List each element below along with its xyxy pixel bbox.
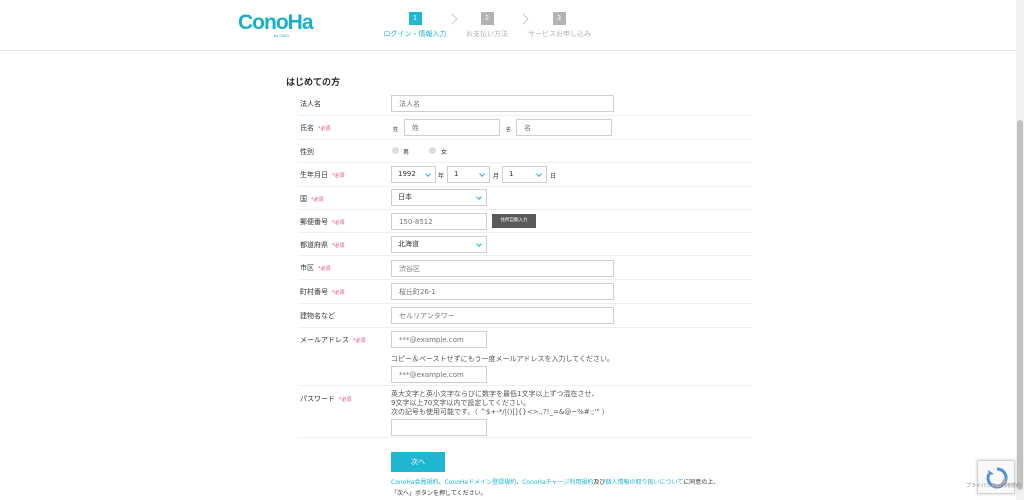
link-member-terms[interactable]: ConoHa会員規約 bbox=[391, 479, 439, 486]
last-name-prefix: 姓 bbox=[393, 127, 399, 133]
first-name-prefix: 名 bbox=[506, 127, 512, 133]
selected-country: 日本 bbox=[398, 193, 412, 201]
gender-female-label: 女 bbox=[441, 149, 448, 156]
prefecture-label: 都道府県 *必須 bbox=[300, 241, 345, 249]
chevron-down-icon bbox=[476, 241, 482, 247]
link-charge-terms[interactable]: ConoHaチャージ利用規約 bbox=[522, 479, 593, 486]
town-input[interactable] bbox=[391, 283, 614, 300]
step-number: 3 bbox=[552, 12, 566, 25]
header: ConoHa by GMO 1 ログイン・情報入力 2 お支払い方法 3 サービ… bbox=[0, 0, 1016, 51]
chevron-down-icon bbox=[476, 194, 482, 200]
required-mark: *必須 bbox=[332, 173, 345, 179]
birth-year-select[interactable]: 1992 bbox=[391, 166, 436, 183]
email-label: メールアドレス *必須 bbox=[300, 336, 366, 344]
chevron-down-icon bbox=[425, 171, 431, 177]
building-label: 建物名など bbox=[300, 312, 335, 320]
email-confirm-hint: コピー＆ペーストせずにもう一度メールアドレスを入力してください。 bbox=[391, 355, 615, 363]
selected-year: 1992 bbox=[398, 170, 416, 178]
building-input[interactable] bbox=[391, 307, 614, 324]
town-label: 町村番号 *必須 bbox=[300, 288, 345, 296]
recaptcha-privacy-terms[interactable]: プライバシー - 利用規約 bbox=[966, 482, 1021, 489]
logo-sub: by GMO bbox=[274, 33, 289, 38]
terms-agreement: ConoHa会員規約、ConoHaドメイン登録規約、ConoHaチャージ利用規約… bbox=[391, 479, 720, 497]
required-mark: *必須 bbox=[339, 397, 352, 403]
logo-text: ConoHa bbox=[238, 11, 314, 34]
step-label: サービスお申し込み bbox=[528, 30, 591, 38]
required-mark: *必須 bbox=[332, 290, 345, 296]
required-mark: *必須 bbox=[353, 338, 366, 344]
corp-name-label: 法人名 bbox=[300, 100, 321, 108]
birth-month-select[interactable]: 1 bbox=[447, 166, 490, 183]
step-1: 1 ログイン・情報入力 bbox=[380, 12, 450, 39]
step-3: 3 サービスお申し込み bbox=[528, 12, 591, 39]
name-label: 氏名 *必須 bbox=[300, 124, 331, 132]
email-input[interactable] bbox=[391, 331, 487, 348]
birth-day-select[interactable]: 1 bbox=[502, 166, 547, 183]
step-label: お支払い方法 bbox=[466, 30, 508, 38]
row-prefecture: 都道府県 *必須 bbox=[298, 233, 752, 256]
gender-female-radio[interactable] bbox=[429, 147, 436, 154]
section-title: はじめての方 bbox=[286, 78, 341, 88]
gender-male-radio[interactable] bbox=[392, 147, 399, 154]
required-mark: *必須 bbox=[311, 197, 324, 203]
last-name-input[interactable] bbox=[404, 119, 500, 136]
chevron-down-icon bbox=[479, 171, 485, 177]
postal-code-label: 郵便番号 *必須 bbox=[300, 218, 345, 226]
chevron-right-icon bbox=[517, 13, 529, 25]
row-gender: 性別 bbox=[298, 140, 752, 163]
step-label: ログイン・情報入力 bbox=[383, 30, 447, 38]
month-unit: 月 bbox=[493, 173, 500, 180]
address-autofill-button[interactable]: 住所自動入力 bbox=[492, 214, 536, 228]
country-label: 国 *必須 bbox=[300, 195, 324, 203]
corp-name-input[interactable] bbox=[391, 95, 614, 112]
chevron-down-icon bbox=[536, 171, 542, 177]
first-name-input[interactable] bbox=[516, 119, 612, 136]
postal-code-input[interactable] bbox=[391, 213, 487, 230]
password-label: パスワード *必須 bbox=[300, 395, 352, 403]
password-hint-line3: 次の記号も使用可能です。（ ^$+-*/|()[]{}<>.,?!_=&@~%#… bbox=[391, 408, 609, 416]
gender-label: 性別 bbox=[300, 148, 314, 156]
row-country: 国 *必須 bbox=[298, 187, 752, 210]
city-input[interactable] bbox=[391, 260, 614, 277]
selected-month: 1 bbox=[454, 170, 459, 178]
email-confirm-input[interactable] bbox=[391, 366, 487, 383]
country-select[interactable]: 日本 bbox=[391, 189, 487, 206]
link-privacy-policy[interactable]: 個人情報の取り扱いについて bbox=[605, 479, 683, 486]
birth-date-label: 生年月日 *必須 bbox=[300, 171, 345, 179]
city-label: 市区 *必須 bbox=[300, 264, 331, 272]
selected-day: 1 bbox=[509, 170, 514, 178]
link-domain-terms[interactable]: ConoHaドメイン登録規約 bbox=[445, 479, 517, 486]
required-mark: *必須 bbox=[318, 266, 331, 272]
terms-instruction: 「次へ」ボタンを押してください。 bbox=[391, 490, 487, 497]
required-mark: *必須 bbox=[318, 126, 331, 132]
password-input[interactable] bbox=[391, 419, 487, 436]
step-number: 2 bbox=[480, 12, 494, 25]
required-mark: *必須 bbox=[332, 243, 345, 249]
year-unit: 年 bbox=[438, 173, 445, 180]
selected-prefecture: 北海道 bbox=[398, 240, 419, 248]
step-2: 2 お支払い方法 bbox=[462, 12, 512, 39]
prefecture-select[interactable]: 北海道 bbox=[391, 236, 487, 253]
day-unit: 日 bbox=[550, 173, 557, 180]
page-scrollbar[interactable] bbox=[1016, 0, 1024, 500]
required-mark: *必須 bbox=[332, 220, 345, 226]
gender-male-label: 男 bbox=[403, 149, 410, 156]
step-number: 1 bbox=[408, 12, 422, 25]
conoha-logo[interactable]: ConoHa by GMO bbox=[238, 11, 314, 39]
scrollbar-thumb[interactable] bbox=[1017, 120, 1023, 490]
recaptcha-icon bbox=[986, 467, 1008, 489]
next-button[interactable]: 次へ bbox=[391, 452, 445, 472]
